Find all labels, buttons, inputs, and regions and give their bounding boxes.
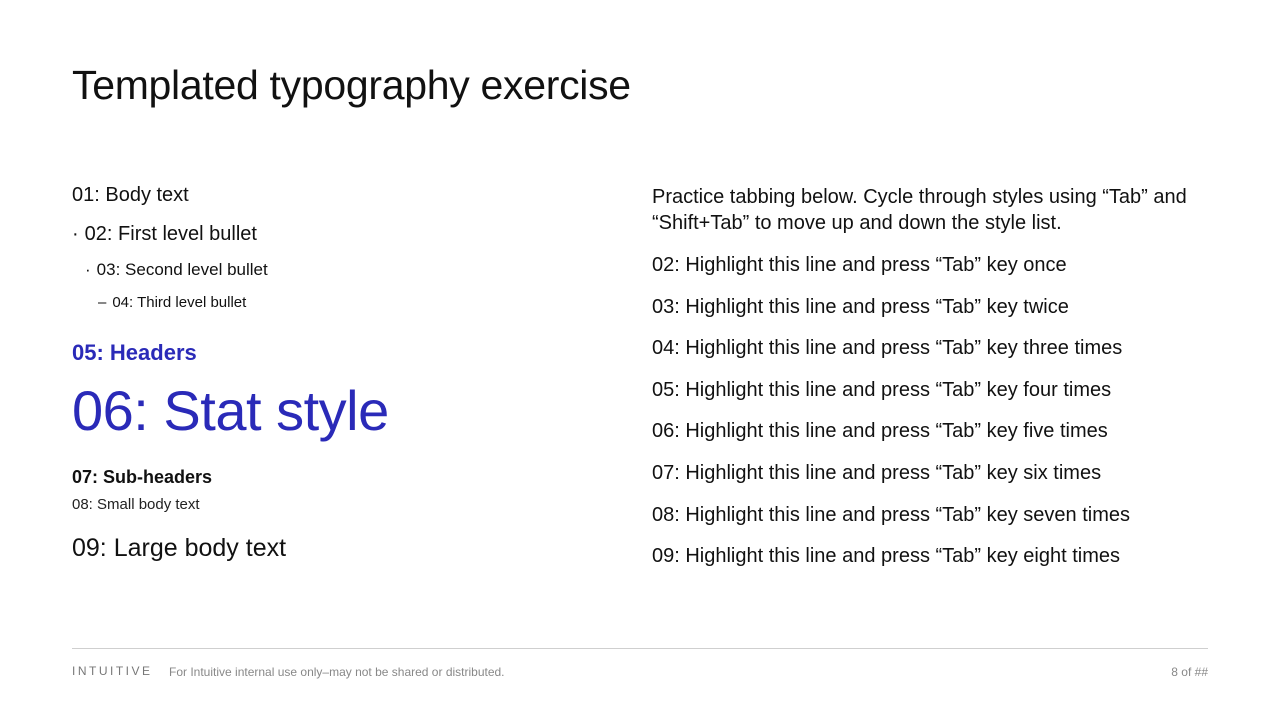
second-level-bullet: · 03: Second level bullet (85, 260, 268, 280)
bullet-dash-icon: – (98, 294, 107, 311)
practice-instructions[interactable]: Practice tabbing below. Cycle through st… (652, 184, 1212, 236)
first-level-bullet-label: 02: First level bullet (84, 223, 257, 245)
large-body-sample: 09: Large body text (72, 534, 287, 562)
page-number: 8 of ## (1171, 665, 1208, 679)
right-column: Practice tabbing below. Cycle through st… (652, 184, 1212, 585)
practice-line[interactable]: 06: Highlight this line and press “Tab” … (652, 418, 1212, 460)
third-level-bullet-label: 04: Third level bullet (112, 294, 247, 311)
practice-line[interactable]: 03: Highlight this line and press “Tab” … (652, 294, 1212, 336)
third-level-bullet: –04: Third level bullet (98, 294, 246, 311)
footer-divider (72, 648, 1208, 649)
bullet-dot-icon: · (85, 260, 91, 279)
footer-disclaimer: For Intuitive internal use only–may not … (169, 665, 505, 679)
first-level-bullet: · 02: First level bullet (72, 223, 257, 246)
practice-line[interactable]: 09: Highlight this line and press “Tab” … (652, 543, 1212, 585)
practice-line[interactable]: 02: Highlight this line and press “Tab” … (652, 252, 1212, 294)
small-body-sample: 08: Small body text (72, 496, 200, 513)
practice-line[interactable]: 04: Highlight this line and press “Tab” … (652, 335, 1212, 377)
practice-line[interactable]: 08: Highlight this line and press “Tab” … (652, 502, 1212, 544)
body-text-sample: 01: Body text (72, 184, 189, 206)
slide-title: Templated typography exercise (72, 62, 631, 108)
stat-style-sample: 06: Stat style (72, 379, 389, 442)
headers-sample: 05: Headers (72, 340, 197, 365)
subheaders-sample: 07: Sub-headers (72, 467, 213, 487)
second-level-bullet-label: 03: Second level bullet (96, 260, 268, 279)
practice-line[interactable]: 07: Highlight this line and press “Tab” … (652, 460, 1212, 502)
intuitive-logo: INTUITIVE (72, 664, 153, 678)
bullet-dot-icon: · (72, 223, 79, 245)
practice-line[interactable]: 05: Highlight this line and press “Tab” … (652, 377, 1212, 419)
